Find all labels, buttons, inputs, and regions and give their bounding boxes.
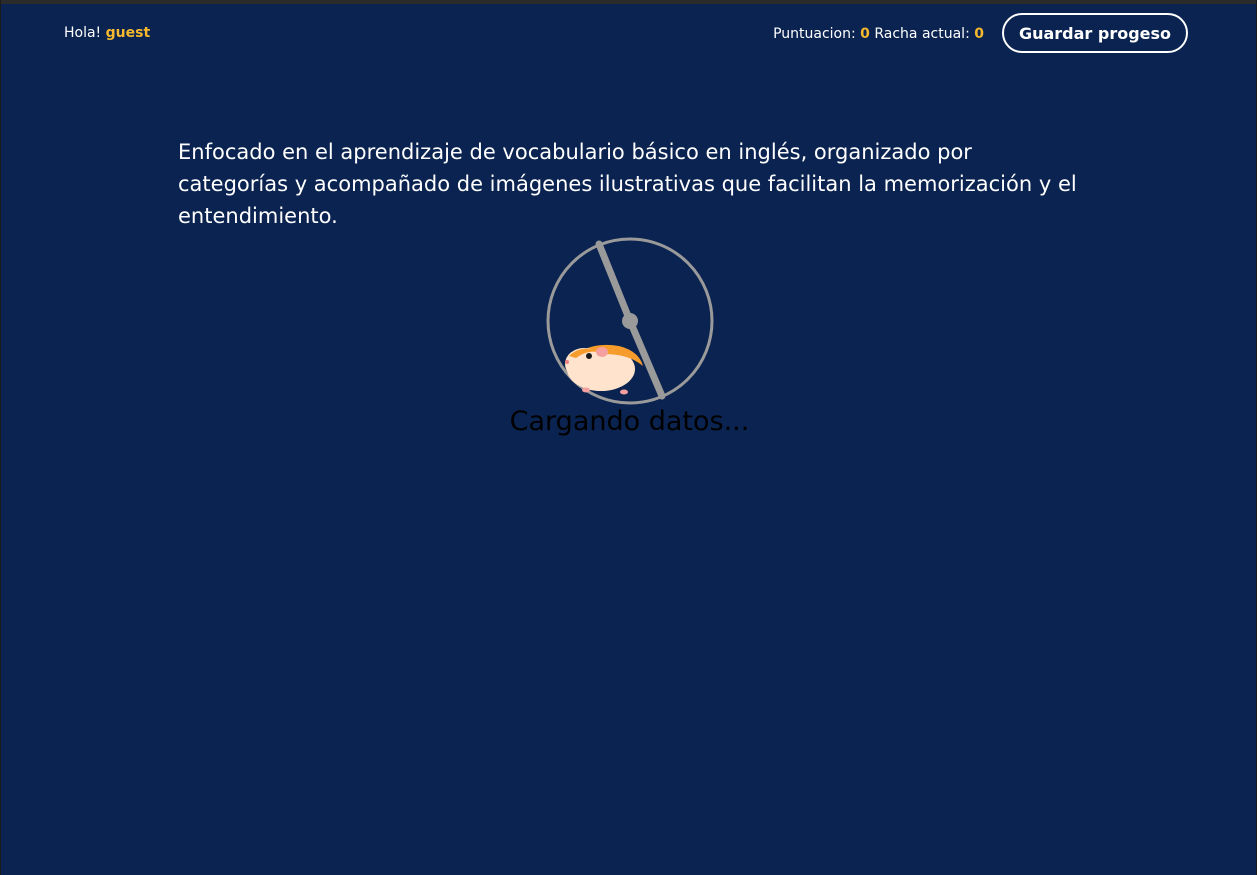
score-label: Puntuacion:: [773, 26, 856, 42]
loading-text: Cargando datos...: [509, 406, 750, 437]
hamster-wheel-icon: [544, 236, 716, 408]
save-progress-button[interactable]: Guardar progeso: [1002, 13, 1188, 53]
streak-value: 0: [974, 26, 984, 42]
greeting-prefix: Hola!: [64, 25, 102, 41]
score-value: 0: [860, 26, 870, 42]
page-description: Enfocado en el aprendizaje de vocabulari…: [178, 140, 1077, 228]
greeting: Hola! guest: [64, 25, 150, 41]
score-stats: Puntuacion: 0 Racha actual: 0: [773, 26, 984, 42]
username: guest: [105, 25, 151, 41]
window-top-border: [1, 0, 1256, 4]
app-window: Hola! guest Puntuacion: 0 Racha actual: …: [0, 0, 1257, 875]
streak-label: Racha actual:: [874, 26, 970, 42]
